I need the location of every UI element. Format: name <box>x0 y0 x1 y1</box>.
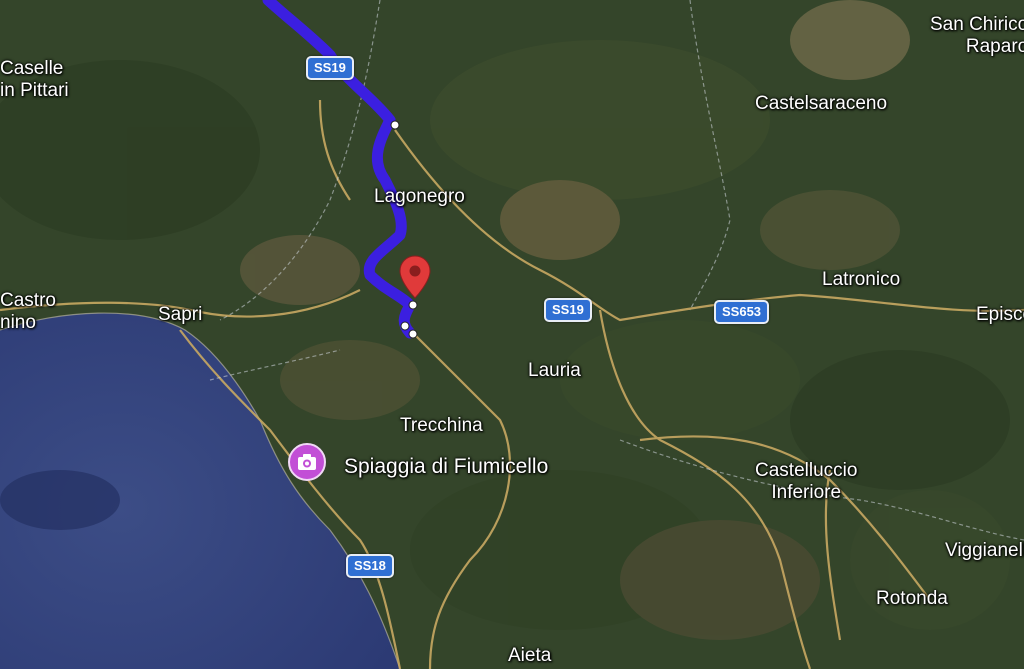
place-label-lauria: Lauria <box>528 360 581 381</box>
place-label-sapri: Sapri <box>158 304 203 325</box>
place-label-aieta: Aieta <box>508 645 552 666</box>
satellite-map[interactable]: Caselle in Pittari Lagonegro Castelsarac… <box>0 0 1024 669</box>
place-label-castrocucco: Castro nino <box>0 290 56 333</box>
place-label-castelsaraceno: Castelsaraceno <box>755 93 888 114</box>
map-pin-icon[interactable] <box>398 254 432 300</box>
poi-label-spiaggia[interactable]: Spiaggia di Fiumicello <box>344 456 548 478</box>
road-shield-ss19-north: SS19 <box>306 56 354 80</box>
poi-marker[interactable] <box>288 443 326 481</box>
place-label-viggianello: Viggianello <box>945 540 1024 561</box>
road-shield-ss653: SS653 <box>714 300 770 324</box>
camera-icon <box>298 454 316 470</box>
place-label-lagonegro: Lagonegro <box>374 186 465 207</box>
road-shield-ss18: SS18 <box>346 554 394 578</box>
place-label-trecchina: Trecchina <box>400 415 483 436</box>
place-label-episcopia: Episcopia <box>976 304 1024 325</box>
place-label-caselle: Caselle in Pittari <box>0 58 69 101</box>
road-shield-ss19: SS19 <box>544 298 592 322</box>
place-label-castelluccio: Castelluccio Inferiore <box>755 460 858 503</box>
place-label-san-chirico: San Chirico Raparo <box>930 14 1024 57</box>
place-label-rotonda: Rotonda <box>876 588 948 609</box>
place-label-latronico: Latronico <box>822 269 901 290</box>
